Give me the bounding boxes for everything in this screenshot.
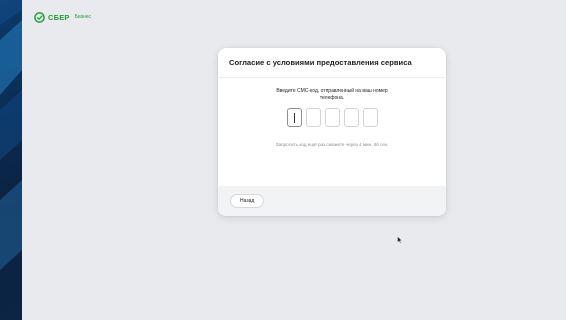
top-bar: СБЕР Бизнес bbox=[22, 0, 566, 34]
resend-timer-text: Запросить код ещё раз сможете через 4 ми… bbox=[275, 142, 389, 147]
code-digit-2[interactable] bbox=[305, 108, 321, 127]
back-button[interactable]: Назад bbox=[230, 194, 265, 208]
code-digit-1[interactable] bbox=[286, 108, 302, 127]
brand-logo[interactable]: СБЕР Бизнес bbox=[34, 11, 92, 23]
modal-footer: Назад bbox=[218, 186, 446, 216]
code-digit-5[interactable] bbox=[362, 108, 378, 127]
sms-code-input bbox=[218, 108, 446, 127]
code-digit-4[interactable] bbox=[343, 108, 359, 127]
code-digit-3[interactable] bbox=[324, 108, 340, 127]
modal-body: Введите СМС-код, отправленный на ваш ном… bbox=[218, 78, 446, 147]
sms-instruction: Введите СМС-код, отправленный на ваш ном… bbox=[276, 88, 388, 101]
brand-name: СБЕР bbox=[48, 12, 70, 22]
mouse-cursor-icon bbox=[397, 236, 403, 244]
modal-title: Согласие с условиями предоставления серв… bbox=[229, 58, 412, 67]
modal-header: Согласие с условиями предоставления серв… bbox=[218, 48, 446, 78]
browser-page: СБЕР Бизнес Согласие с условиями предост… bbox=[22, 0, 566, 320]
brand-subtitle: Бизнес bbox=[74, 14, 92, 20]
consent-modal: Согласие с условиями предоставления серв… bbox=[218, 48, 446, 216]
text-caret bbox=[293, 113, 295, 123]
sber-logo-icon bbox=[34, 11, 45, 23]
